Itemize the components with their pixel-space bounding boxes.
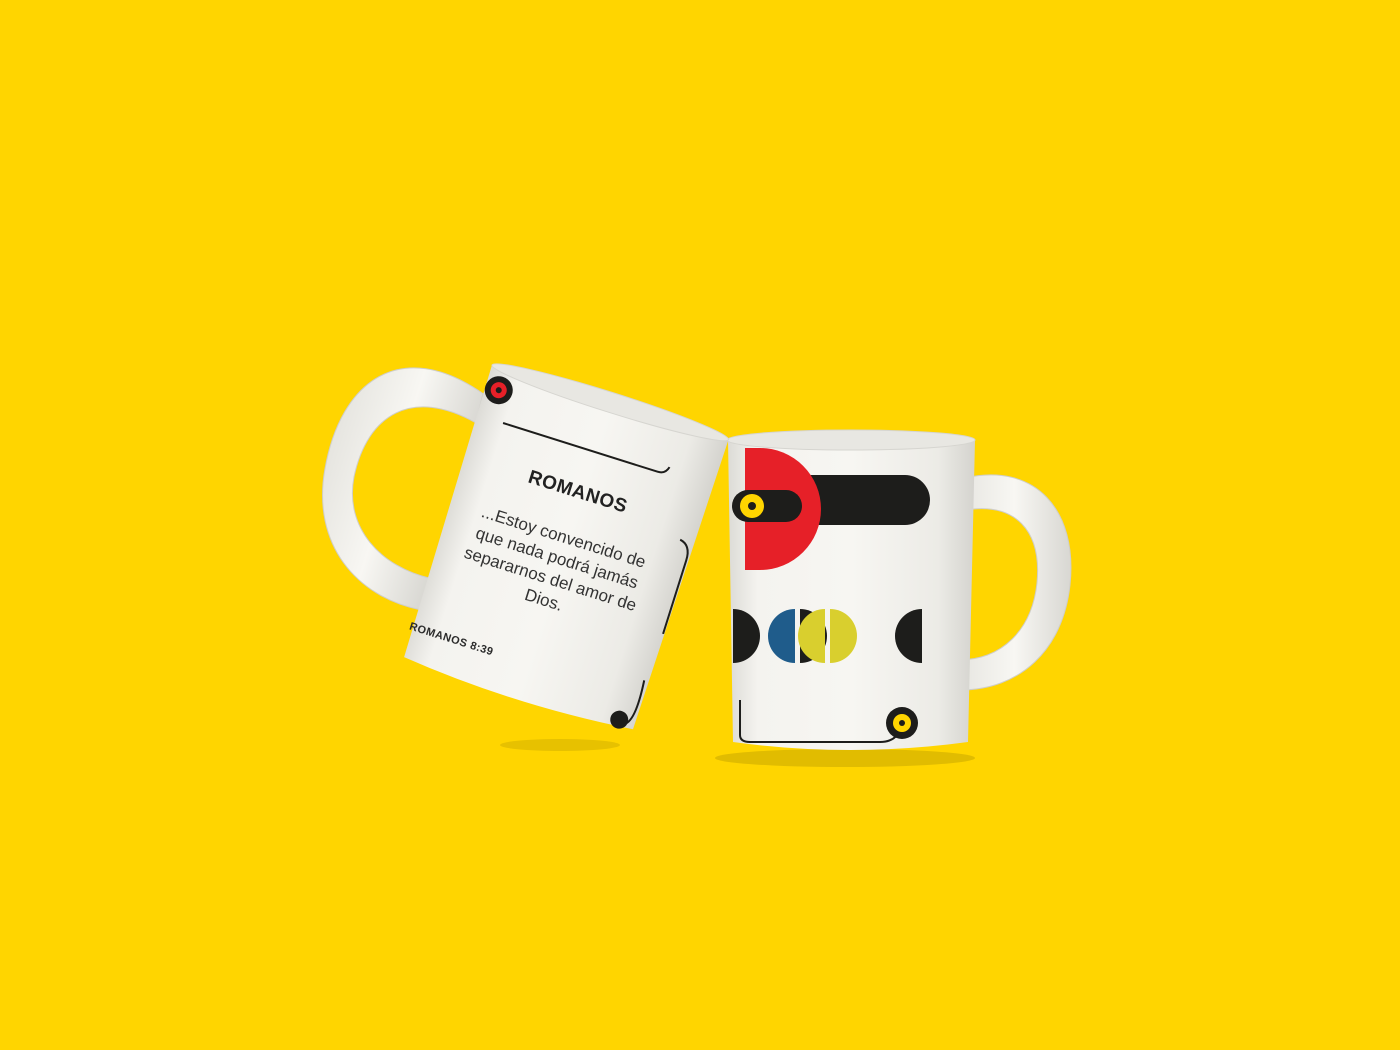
mugs-illustration xyxy=(322,363,1072,767)
upright-mug xyxy=(726,429,1072,750)
product-photo: ROMANOS ...Estoy convencido de que nada … xyxy=(0,0,1400,1050)
tilted-mug xyxy=(322,363,730,730)
